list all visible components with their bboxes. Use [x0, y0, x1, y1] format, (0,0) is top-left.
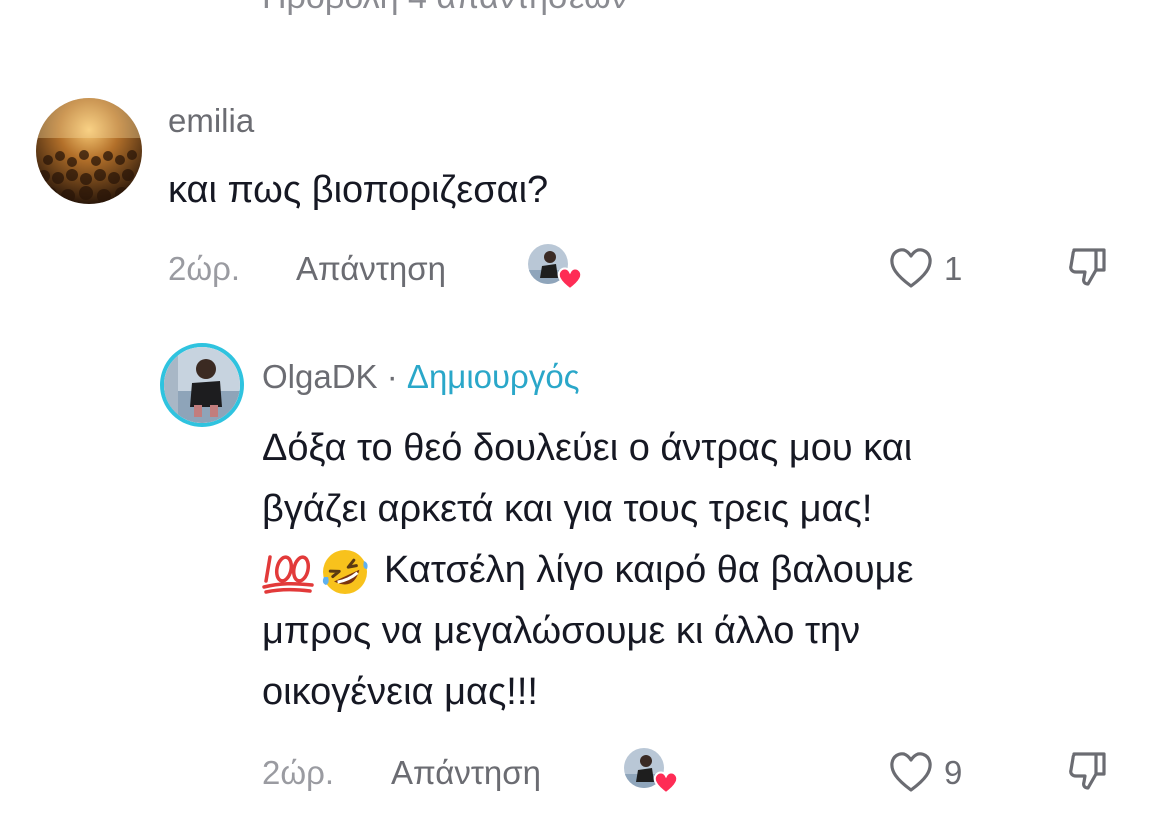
- thumbs-down-icon[interactable]: [1066, 244, 1110, 288]
- reply-button[interactable]: Απάντηση: [296, 250, 446, 288]
- creator-badge: Δημιουργός: [406, 358, 580, 395]
- comment-username: OlgaDK · Δημιουργός: [262, 358, 580, 396]
- heart-icon[interactable]: [888, 246, 934, 290]
- separator-dot: ·: [386, 358, 398, 395]
- avatar-olgadk[interactable]: [160, 343, 244, 427]
- creator-heart-icon: [653, 771, 679, 795]
- comment-line-with-emoji: Κατσέλη λίγο καιρό θα βαλουμε: [262, 540, 1142, 601]
- username-olgadk[interactable]: OlgaDK: [262, 358, 378, 395]
- like-count: 9: [944, 754, 963, 791]
- comment-time: 2ώρ.: [262, 754, 335, 791]
- comments-page: Προβολή 4 απαντήσεων: [0, 0, 1160, 823]
- comment-time: 2ώρ.: [168, 250, 241, 287]
- comment-line-text: Κατσέλη λίγο καιρό θα βαλουμε: [384, 549, 914, 591]
- avatar-emilia[interactable]: [36, 98, 142, 204]
- hundred-points-emoji-icon: [262, 555, 314, 594]
- comment-text: Δόξα το θεό δουλεύει ο άντρας μου και βγ…: [262, 418, 1142, 723]
- heart-icon[interactable]: [888, 750, 934, 794]
- comment-text: και πως βιοποριζεσαι?: [168, 169, 549, 211]
- view-replies-link[interactable]: Προβολή 4 απαντήσεων: [262, 0, 628, 17]
- comment-line: βγάζει αρκετά και για τους τρεις μας!: [262, 488, 873, 530]
- reply-button[interactable]: Απάντηση: [391, 754, 541, 792]
- comment-username[interactable]: emilia: [168, 102, 254, 140]
- comment-line: μπρος να μεγαλώσουμε κι άλλο την: [262, 610, 861, 652]
- comment-line: οικογένεια μας!!!: [262, 671, 538, 713]
- like-count: 1: [944, 250, 963, 287]
- rolling-laughing-emoji-icon: [322, 549, 368, 594]
- thumbs-down-icon[interactable]: [1066, 748, 1110, 792]
- comment-line: Δόξα το θεό δουλεύει ο άντρας μου και: [262, 427, 913, 469]
- creator-heart-icon: [557, 267, 583, 291]
